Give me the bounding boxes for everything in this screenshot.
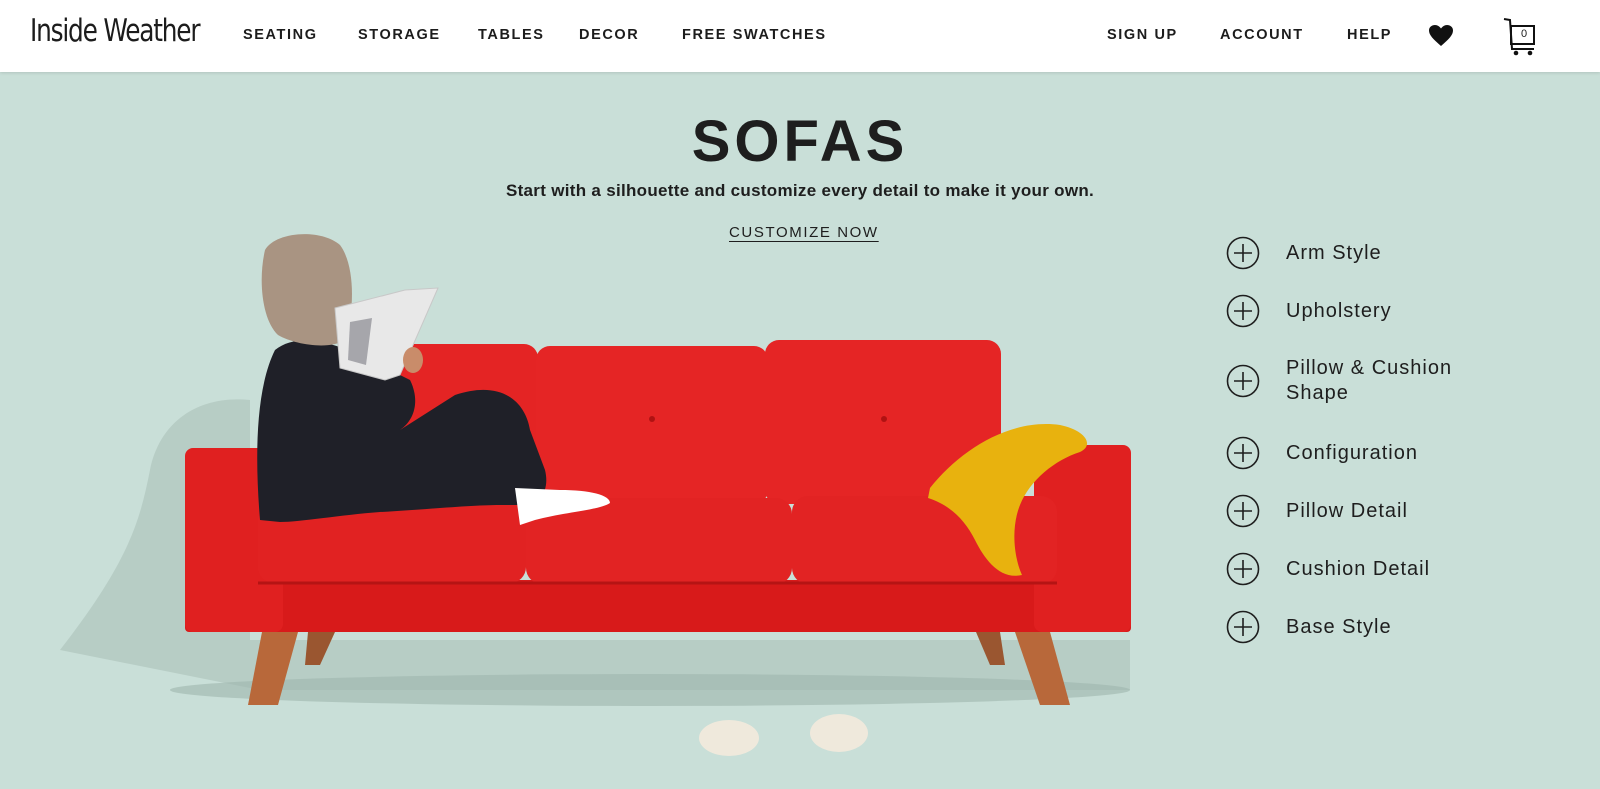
option-arm-style[interactable]: Arm Style [1226,236,1526,270]
nav-account[interactable]: ACCOUNT [1220,27,1304,43]
nav-seating[interactable]: SEATING [243,27,318,43]
plus-icon [1226,364,1260,398]
site-header: Inside Weather SEATING STORAGE TABLES DE… [0,0,1600,72]
nav-free-swatches[interactable]: FREE SWATCHES [682,27,827,43]
nav-tables[interactable]: TABLES [478,27,545,43]
option-label: Pillow Detail [1286,499,1408,522]
nav-help[interactable]: HELP [1347,27,1392,43]
option-label: Upholstery [1286,299,1392,322]
heart-icon[interactable] [1428,24,1454,48]
plus-icon [1226,610,1260,644]
sofa-base [185,580,1131,632]
slipper [810,714,868,752]
option-base-style[interactable]: Base Style [1226,610,1526,644]
option-upholstery[interactable]: Upholstery [1226,294,1526,328]
option-pillow-detail[interactable]: Pillow Detail [1226,494,1526,528]
option-label: Arm Style [1286,241,1382,264]
cart-count: 0 [1520,28,1528,40]
option-label: Base Style [1286,615,1392,638]
option-cushion-detail[interactable]: Cushion Detail [1226,552,1526,586]
option-pillow-cushion-shape[interactable]: Pillow & Cushion Shape [1226,356,1526,406]
plus-icon [1226,494,1260,528]
sofa-hero-image [60,234,1131,756]
option-label: Pillow & Cushion Shape [1286,357,1453,404]
back-cushion [536,346,768,504]
plus-icon [1226,552,1260,586]
nav-sign-up[interactable]: SIGN UP [1107,27,1178,43]
option-label: Cushion Detail [1286,557,1431,580]
option-configuration[interactable]: Configuration [1226,436,1526,470]
option-label: Configuration [1286,441,1418,464]
slipper [699,720,759,756]
plus-icon [1226,236,1260,270]
plus-icon [1226,436,1260,470]
plus-icon [1226,294,1260,328]
nav-decor[interactable]: DECOR [579,27,639,43]
nav-storage[interactable]: STORAGE [358,27,441,43]
logo[interactable]: Inside Weather [30,13,201,49]
